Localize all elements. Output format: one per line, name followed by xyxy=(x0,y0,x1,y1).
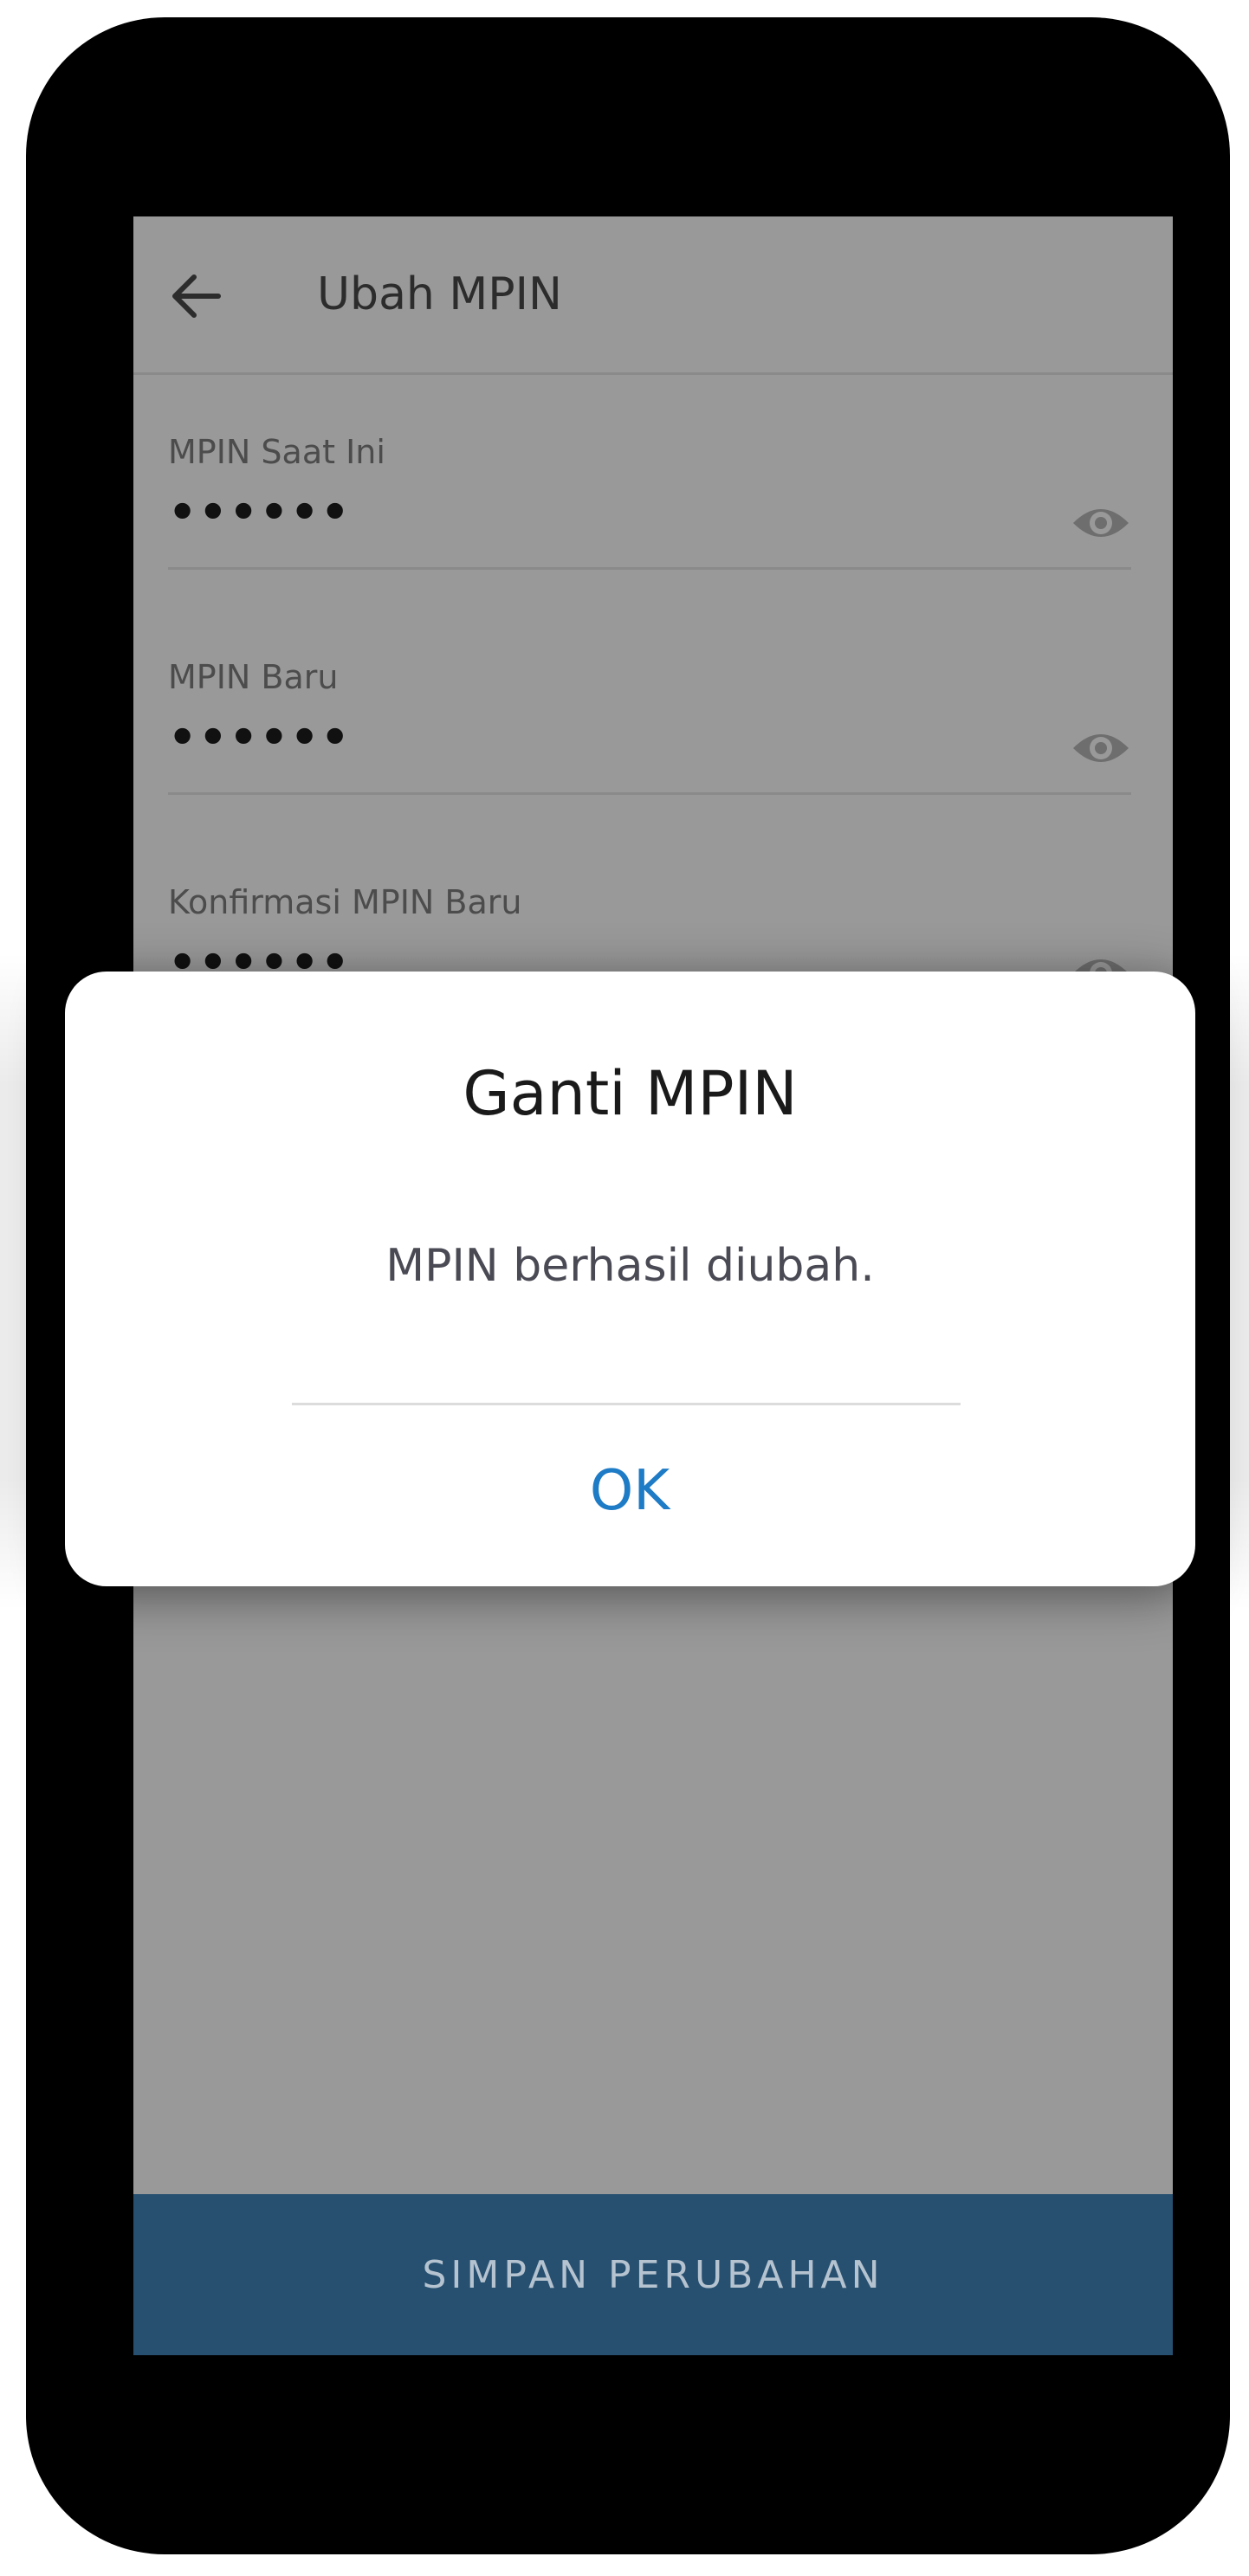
arrow-left-icon[interactable] xyxy=(168,270,223,322)
current-mpin-input[interactable]: •••••• xyxy=(168,487,351,539)
dialog-title: Ganti MPIN xyxy=(463,1058,798,1129)
eye-icon[interactable] xyxy=(1071,727,1131,769)
ok-button[interactable]: OK xyxy=(543,1439,716,1543)
new-mpin-input[interactable]: •••••• xyxy=(168,712,351,764)
success-dialog: Ganti MPIN MPIN berhasil diubah. OK xyxy=(65,972,1195,1586)
confirm-mpin-label: Konfirmasi MPIN Baru xyxy=(168,883,522,921)
app-header: Ubah MPIN xyxy=(133,216,1173,375)
field-underline xyxy=(168,792,1131,795)
field-underline xyxy=(168,567,1131,570)
current-mpin-label: MPIN Saat Ini xyxy=(168,433,385,471)
new-mpin-field[interactable]: MPIN Baru •••••• xyxy=(168,658,1131,814)
eye-icon[interactable] xyxy=(1071,502,1131,544)
dialog-message: MPIN berhasil diubah. xyxy=(385,1240,875,1292)
new-mpin-label: MPIN Baru xyxy=(168,658,339,696)
page-title: Ubah MPIN xyxy=(317,268,562,320)
save-changes-button[interactable]: SIMPAN PERUBAHAN xyxy=(133,2194,1173,2355)
current-mpin-field[interactable]: MPIN Saat Ini •••••• xyxy=(168,433,1131,589)
dialog-divider xyxy=(292,1403,961,1405)
